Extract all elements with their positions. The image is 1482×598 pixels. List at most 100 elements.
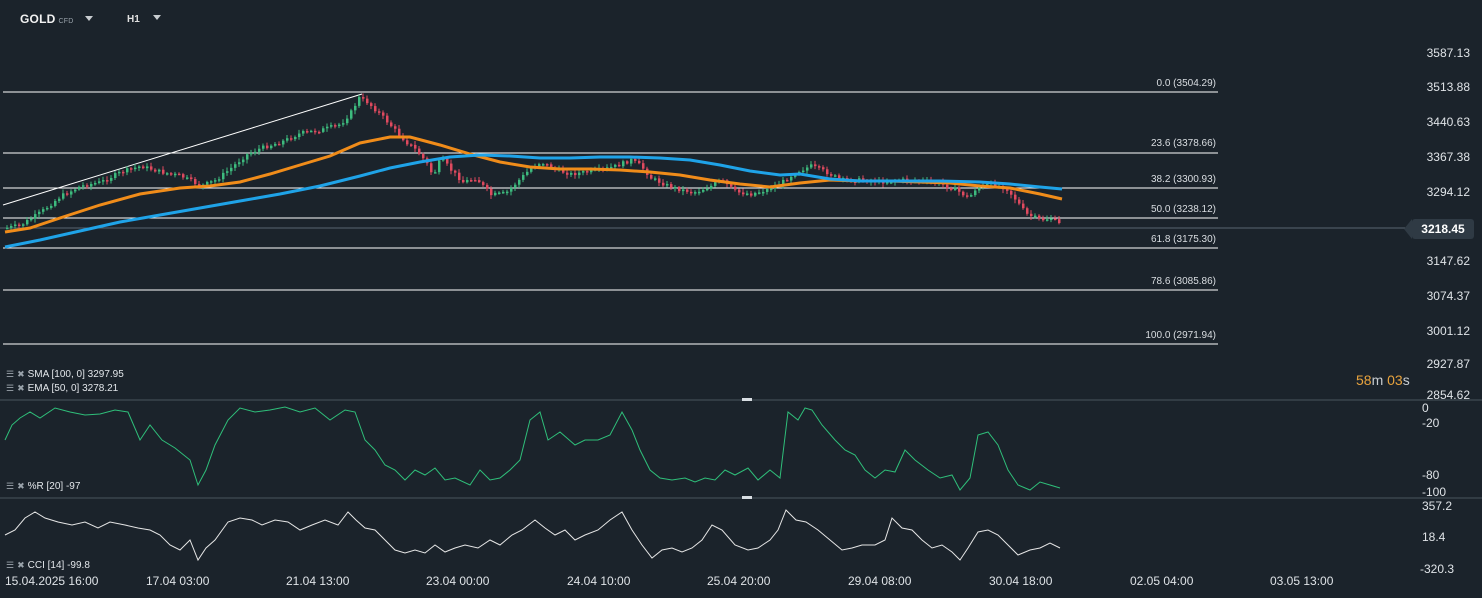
candle-body: [118, 171, 121, 174]
close-icon[interactable]: ✖: [17, 481, 25, 491]
candle-body: [182, 174, 185, 178]
candle-body: [190, 177, 193, 180]
settings-icon[interactable]: ☰: [6, 560, 14, 570]
panel-resize-handle[interactable]: [742, 496, 752, 499]
candle-body: [694, 192, 697, 194]
candle-body: [222, 172, 225, 180]
candle-body: [978, 187, 981, 191]
williams-r-legend[interactable]: ☰ ✖ %R [20] -97: [6, 481, 80, 492]
candle-body: [378, 111, 381, 113]
candle-body: [314, 130, 317, 133]
cci-axis-label: -320.3: [1420, 562, 1455, 576]
candle-body: [362, 97, 365, 99]
candle-body: [98, 181, 101, 184]
candle-body: [750, 193, 753, 196]
candle-body: [234, 164, 237, 168]
candle-body: [126, 168, 129, 173]
candle-body: [194, 179, 197, 184]
candle-body: [330, 125, 333, 127]
panel-resize-handle[interactable]: [742, 398, 752, 401]
sma-legend[interactable]: ☰ ✖ SMA [100, 0] 3297.95: [6, 369, 124, 380]
fib-level-label: 0.0 (3504.29): [1156, 78, 1217, 89]
ema-legend[interactable]: ☰ ✖ EMA [50, 0] 3278.21: [6, 383, 118, 394]
close-icon[interactable]: ✖: [17, 560, 25, 570]
candle-body: [366, 98, 369, 104]
wr-axis-label: -100: [1422, 485, 1447, 499]
price-axis-label: 3001.12: [1426, 324, 1470, 338]
candle-body: [1006, 189, 1009, 191]
candle-body: [210, 181, 213, 183]
candle-body: [818, 166, 821, 168]
candle-body: [70, 191, 73, 195]
cci-legend[interactable]: ☰ ✖ CCI [14] -99.8: [6, 560, 90, 571]
candle-body: [542, 164, 545, 166]
sma-line[interactable]: [4, 153, 1063, 249]
candle-body: [270, 145, 273, 149]
candle-body: [730, 184, 733, 187]
candle-body: [434, 172, 437, 174]
candle-body: [498, 192, 501, 195]
candle-body: [90, 183, 93, 187]
candle-body: [326, 126, 329, 129]
chart-canvas[interactable]: [0, 0, 1482, 598]
candle-body: [86, 185, 89, 187]
candle-body: [522, 175, 525, 180]
candle-body: [1034, 215, 1037, 218]
candle-body: [226, 171, 229, 173]
candle-countdown: 58m 03s: [1356, 372, 1410, 388]
candle-body: [218, 179, 221, 181]
candle-body: [1010, 190, 1013, 195]
time-axis-label: 24.04 10:00: [567, 574, 631, 588]
candle-body: [706, 188, 709, 191]
candle-body: [286, 138, 289, 141]
candle-body: [258, 148, 261, 152]
candle-body: [698, 191, 701, 194]
candle-body: [162, 169, 165, 174]
candlestick-series[interactable]: [6, 93, 1061, 231]
candle-body: [246, 154, 249, 160]
candle-body: [26, 220, 29, 225]
fib-level-label: 100.0 (2971.94): [1145, 330, 1216, 341]
williams-r-line[interactable]: [4, 406, 1061, 491]
candle-body: [714, 182, 717, 186]
current-price-badge: 3218.45: [1412, 219, 1474, 239]
fib-level-label: 23.6 (3378.66): [1150, 138, 1216, 149]
time-axis-label: 21.04 13:00: [286, 574, 350, 588]
candle-body: [306, 131, 309, 133]
close-icon[interactable]: ✖: [17, 383, 25, 393]
cci-line[interactable]: [4, 509, 1061, 562]
close-icon[interactable]: ✖: [17, 369, 25, 379]
candle-body: [574, 172, 577, 176]
candle-body: [390, 122, 393, 127]
candle-body: [702, 189, 705, 192]
candle-body: [166, 173, 169, 175]
fibonacci-retracement[interactable]: [2, 91, 1218, 345]
candle-body: [582, 171, 585, 173]
candle-body: [806, 167, 809, 171]
candle-body: [962, 191, 965, 196]
settings-icon[interactable]: ☰: [6, 383, 14, 393]
cci-legend-label: CCI [14] -99.8: [27, 560, 90, 571]
candle-body: [958, 187, 961, 192]
candle-body: [94, 183, 97, 185]
candle-body: [666, 184, 669, 186]
candle-body: [130, 168, 133, 170]
candle-body: [318, 131, 321, 134]
candle-body: [74, 189, 77, 192]
candle-body: [746, 193, 749, 195]
time-axis-label: 30.04 18:00: [989, 574, 1053, 588]
candle-body: [650, 174, 653, 179]
candle-body: [1054, 218, 1057, 221]
candle-body: [482, 182, 485, 185]
candle-body: [454, 170, 457, 173]
candle-body: [486, 184, 489, 189]
candle-body: [1042, 218, 1045, 221]
candle-body: [614, 164, 617, 167]
settings-icon[interactable]: ☰: [6, 481, 14, 491]
candle-body: [262, 145, 265, 149]
candle-body: [214, 180, 217, 182]
settings-icon[interactable]: ☰: [6, 369, 14, 379]
fib-level-label: 61.8 (3175.30): [1150, 234, 1216, 245]
timer-minutes-unit: m: [1371, 372, 1384, 388]
candle-body: [6, 227, 9, 230]
